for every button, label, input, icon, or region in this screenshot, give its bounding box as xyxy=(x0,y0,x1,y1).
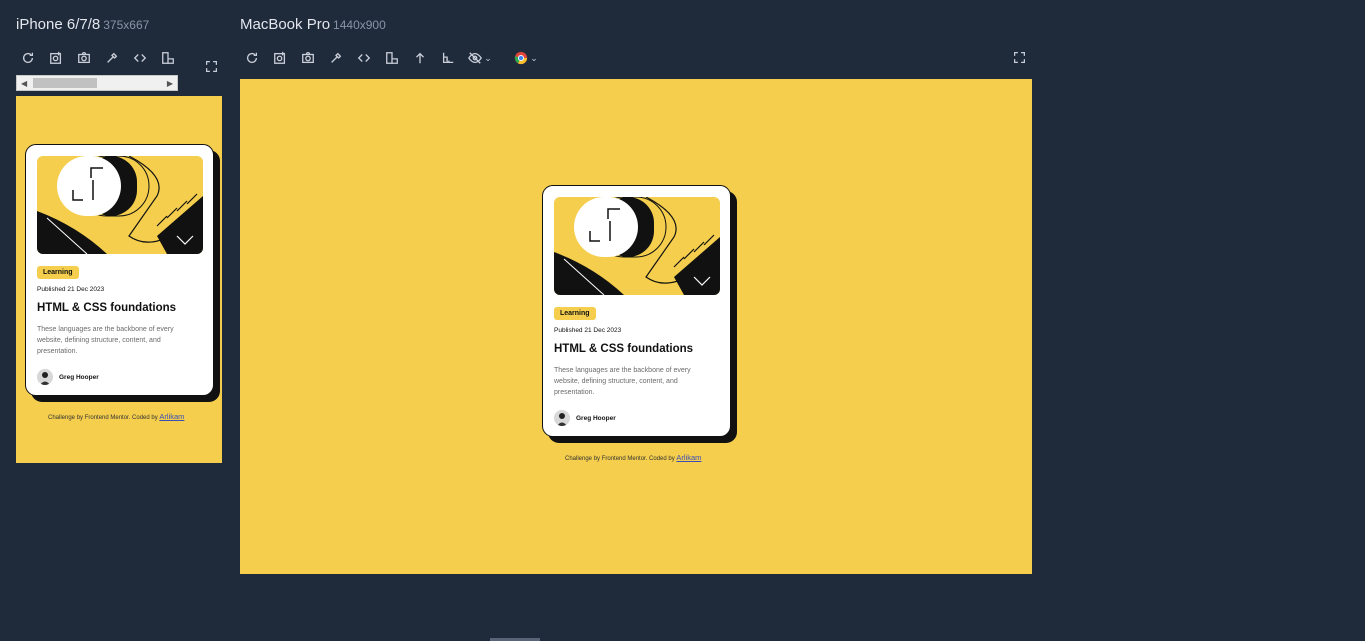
device-size: 375x667 xyxy=(103,18,150,32)
card-illustration xyxy=(554,197,720,295)
eyedropper-icon[interactable] xyxy=(98,47,126,69)
eyedropper-icon[interactable] xyxy=(322,47,350,69)
scroll-left-icon[interactable]: ◀ xyxy=(21,79,27,88)
card-illustration xyxy=(37,156,203,254)
chevron-down-icon: ⌄ xyxy=(484,52,492,63)
published-date: Published 21 Dec 2023 xyxy=(554,327,622,334)
rotate-icon[interactable] xyxy=(154,47,182,69)
attribution-link[interactable]: Arlikam xyxy=(159,412,184,421)
author-name: Greg Hooper xyxy=(59,374,99,381)
macbook-viewport: Learning Published 21 Dec 2023 HTML & CS… xyxy=(240,79,1032,574)
card-description: These languages are the backbone of ever… xyxy=(554,367,691,396)
author-avatar xyxy=(37,369,53,385)
iphone-viewport: Learning Published 21 Dec 2023 HTML & CS… xyxy=(16,96,222,463)
screenshot-full-icon[interactable] xyxy=(266,47,294,69)
card-description: These languages are the backbone of ever… xyxy=(37,326,174,355)
code-icon[interactable] xyxy=(126,47,154,69)
blog-card: Learning Published 21 Dec 2023 HTML & CS… xyxy=(542,185,731,437)
expand-iphone-icon[interactable] xyxy=(205,60,218,78)
attribution: Challenge by Frontend Mentor. Coded by A… xyxy=(565,453,701,462)
chevron-down-icon: ⌄ xyxy=(530,52,538,63)
screenshot-full-icon[interactable] xyxy=(42,47,70,69)
eye-off-icon[interactable]: ⌄ xyxy=(462,47,498,69)
code-icon[interactable] xyxy=(350,47,378,69)
scroll-right-icon[interactable]: ▶ xyxy=(167,79,173,88)
category-tag: Learning xyxy=(37,266,79,279)
device-title-macbook: MacBook Pro 1440x900 xyxy=(240,16,386,33)
attribution-text: Challenge by Frontend Mentor. Coded by xyxy=(565,456,677,462)
author-name: Greg Hooper xyxy=(576,415,616,422)
camera-icon[interactable] xyxy=(70,47,98,69)
camera-icon[interactable] xyxy=(294,47,322,69)
category-tag: Learning xyxy=(554,307,596,320)
ruler-icon[interactable] xyxy=(434,47,462,69)
author-avatar xyxy=(554,410,570,426)
card-title[interactable]: HTML & CSS foundations xyxy=(554,343,693,355)
device-title-iphone: iPhone 6/7/8 375x667 xyxy=(16,16,149,33)
refresh-icon[interactable] xyxy=(14,47,42,69)
attribution: Challenge by Frontend Mentor. Coded by A… xyxy=(48,412,184,421)
chrome-icon[interactable]: ⌄ xyxy=(506,47,546,69)
card-title[interactable]: HTML & CSS foundations xyxy=(37,302,176,314)
published-date: Published 21 Dec 2023 xyxy=(37,286,105,293)
macbook-toolbar: ⌄ ⌄ xyxy=(238,47,546,69)
device-name: MacBook Pro xyxy=(240,16,331,33)
iphone-toolbar xyxy=(14,47,182,69)
refresh-icon[interactable] xyxy=(238,47,266,69)
horizontal-scrollbar[interactable]: ◀ ▶ xyxy=(16,75,178,91)
expand-macbook-icon[interactable] xyxy=(1013,51,1026,69)
device-size: 1440x900 xyxy=(333,18,386,32)
attribution-link[interactable]: Arlikam xyxy=(676,453,701,462)
arrow-up-icon[interactable] xyxy=(406,47,434,69)
attribution-text: Challenge by Frontend Mentor. Coded by xyxy=(48,415,160,421)
scroll-thumb[interactable] xyxy=(33,78,97,88)
blog-card: Learning Published 21 Dec 2023 HTML & CS… xyxy=(25,144,214,396)
rotate-icon[interactable] xyxy=(378,47,406,69)
device-name: iPhone 6/7/8 xyxy=(16,16,101,33)
